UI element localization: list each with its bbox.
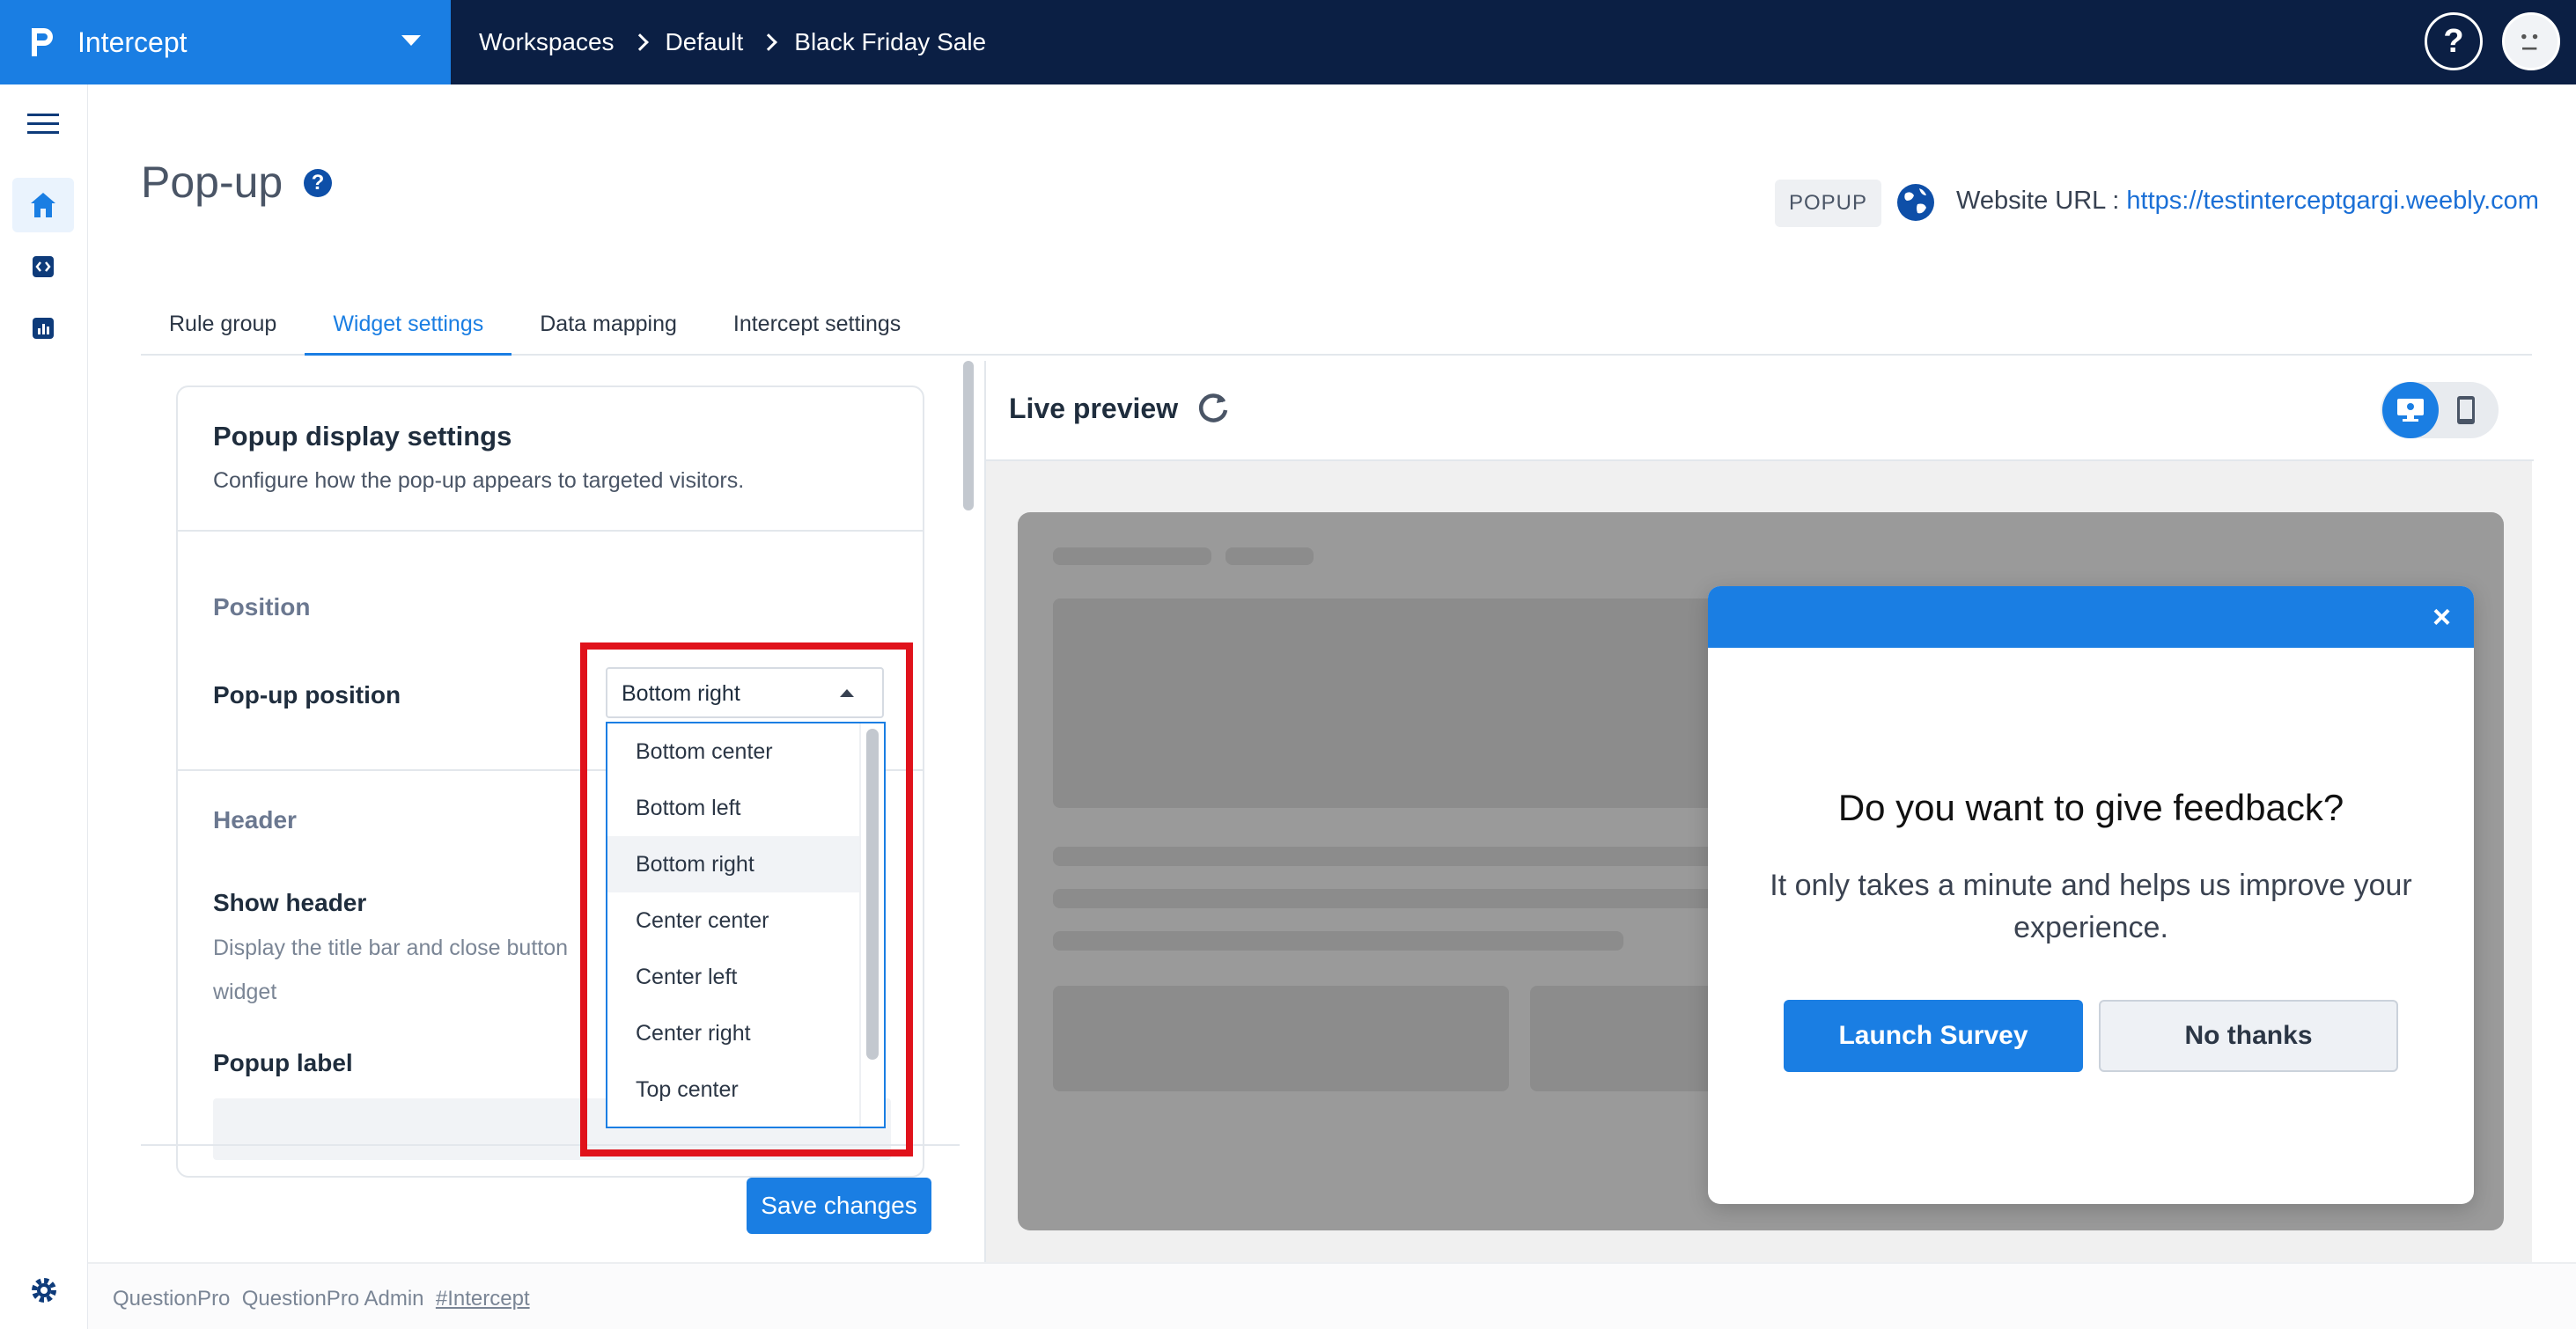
home-icon[interactable] xyxy=(12,178,74,232)
launch-survey-button[interactable]: Launch Survey xyxy=(1784,1000,2083,1072)
popup-label-label: Popup label xyxy=(213,1049,353,1076)
no-thanks-button[interactable]: No thanks xyxy=(2099,1000,2398,1072)
questionpro-logo-icon xyxy=(32,28,53,56)
divider xyxy=(178,530,923,532)
menu-icon[interactable] xyxy=(12,97,74,151)
mobile-icon[interactable] xyxy=(2440,382,2491,438)
footer-text: QuestionPro QuestionPro Admin #Intercept xyxy=(113,1287,530,1311)
feedback-popup-preview: × Do you want to give feedback? It only … xyxy=(1708,586,2474,1204)
skeleton-block xyxy=(1053,931,1623,951)
page-title: Pop-up xyxy=(141,158,283,207)
footer: QuestionPro QuestionPro Admin #Intercept xyxy=(88,1262,2576,1329)
settings-gear-icon[interactable] xyxy=(26,1273,62,1308)
settings-tabs: Rule group Widget settings Data mapping … xyxy=(141,301,2532,356)
code-icon[interactable] xyxy=(12,239,74,294)
left-sidebar xyxy=(0,84,88,1329)
annotation-highlight-box xyxy=(580,642,913,1156)
footer-user: QuestionPro Admin xyxy=(241,1287,424,1311)
website-url: Website URL : https://testinterceptgargi… xyxy=(1956,187,2539,216)
avatar[interactable] xyxy=(2502,12,2560,70)
website-url-link[interactable]: https://testinterceptgargi.weebly.com xyxy=(2126,187,2539,215)
section-position: Position xyxy=(213,593,311,620)
skeleton-block xyxy=(1053,986,1509,1091)
show-header-desc-line1: Display the title bar and close button xyxy=(213,936,569,960)
device-toggle[interactable] xyxy=(2381,382,2499,438)
card-subtitle: Configure how the pop-up appears to targ… xyxy=(213,468,745,493)
popup-text: It only takes a minute and helps us impr… xyxy=(1770,869,2412,944)
chevron-right-icon xyxy=(760,33,778,51)
breadcrumb: Workspaces Default Black Friday Sale xyxy=(479,28,986,56)
show-header-desc-line2: widget xyxy=(213,980,277,1004)
app-name: Intercept xyxy=(77,26,188,58)
settings-scrollbar[interactable] xyxy=(963,361,974,510)
tab-data-mapping[interactable]: Data mapping xyxy=(512,301,705,356)
chart-icon[interactable] xyxy=(12,301,74,356)
desktop-icon[interactable] xyxy=(2382,382,2439,438)
preview-header: Live preview xyxy=(986,361,2534,461)
help-icon[interactable]: ? xyxy=(304,169,332,197)
type-badge: POPUP xyxy=(1775,180,1882,227)
website-url-label: Website URL : xyxy=(1956,187,2127,215)
tab-rule-group[interactable]: Rule group xyxy=(141,301,305,356)
preview-title: Live preview xyxy=(1009,393,1179,424)
app-switcher[interactable]: Intercept xyxy=(0,0,451,84)
breadcrumb-workspaces[interactable]: Workspaces xyxy=(479,28,615,56)
refresh-icon[interactable] xyxy=(1192,387,1234,430)
tab-intercept-settings[interactable]: Intercept settings xyxy=(705,301,929,356)
close-icon[interactable]: × xyxy=(2432,598,2451,635)
card-title: Popup display settings xyxy=(213,421,512,452)
show-header-label: Show header xyxy=(213,889,367,916)
section-header: Header xyxy=(213,806,297,833)
chevron-down-icon[interactable] xyxy=(401,35,421,46)
skeleton-block xyxy=(1053,547,1211,565)
skeleton-block xyxy=(1225,547,1314,565)
breadcrumb-default[interactable]: Default xyxy=(666,28,744,56)
footer-tag-link[interactable]: #Intercept xyxy=(436,1287,530,1311)
popup-position-label: Pop-up position xyxy=(213,681,401,709)
chevron-right-icon xyxy=(630,33,649,51)
tab-widget-settings[interactable]: Widget settings xyxy=(305,301,512,356)
top-navigation-bar: Intercept Workspaces Default Black Frida… xyxy=(0,0,2576,84)
show-header-description: Display the title bar and close button w… xyxy=(213,926,600,1014)
footer-org: QuestionPro xyxy=(113,1287,231,1311)
breadcrumb-current: Black Friday Sale xyxy=(794,28,987,55)
help-icon[interactable]: ? xyxy=(2425,12,2483,70)
save-changes-button[interactable]: Save changes xyxy=(747,1178,931,1234)
globe-icon xyxy=(1897,184,1934,221)
popup-title: Do you want to give feedback? xyxy=(1837,787,2344,828)
popup-header-bar: × xyxy=(1708,586,2474,648)
header-actions: ? xyxy=(2425,12,2560,70)
